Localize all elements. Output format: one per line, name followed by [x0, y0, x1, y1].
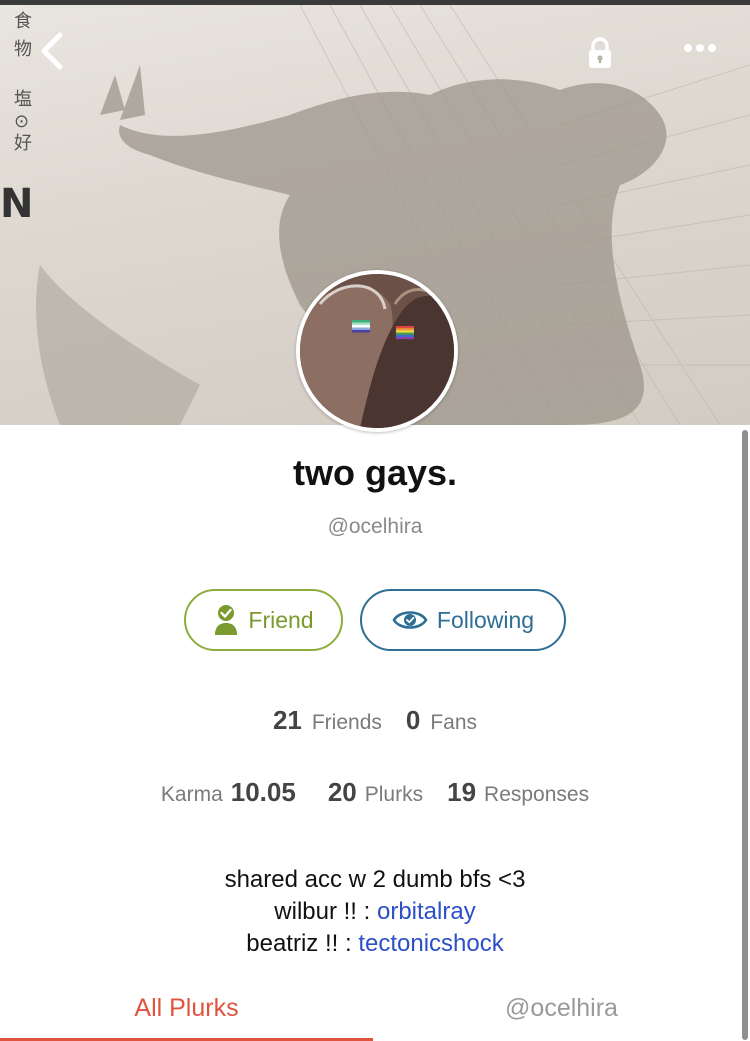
social-stats: 21 Friends 0 Fans	[0, 705, 750, 736]
cover-glyph-3: 塩	[14, 89, 32, 110]
bio-link-tectonicshock[interactable]: tectonicshock	[358, 930, 503, 957]
karma-label: Karma	[160, 783, 223, 806]
cover-glyph-1: 食	[14, 11, 32, 32]
karma-stat: Karma 10.05	[161, 777, 296, 808]
activity-stats: Karma 10.05 20 Plurks 19 Responses	[0, 777, 750, 808]
avatar-illustration	[300, 274, 454, 428]
cover-glyph-4: ⊙	[14, 111, 29, 132]
avatar-flag-left	[352, 320, 370, 333]
fans-count: 0	[405, 705, 421, 735]
cover-glyph-5: 好	[14, 133, 32, 154]
more-icon	[684, 44, 716, 52]
friend-button[interactable]: Friend	[184, 589, 343, 651]
lock-icon	[589, 37, 611, 68]
bio-link-orbitalray[interactable]: orbitalray	[377, 898, 476, 925]
profile-avatar[interactable]	[296, 270, 458, 432]
bio-line-1: shared acc w 2 dumb bfs <3	[224, 866, 526, 893]
friends-count: 21	[272, 705, 302, 735]
plurks-stat: 20 Plurks	[328, 777, 423, 808]
cover-glyph-6: N	[0, 181, 33, 227]
display-name: two gays.	[292, 452, 458, 493]
bio-line-2-text: wilbur !! :	[274, 898, 377, 925]
privacy-lock-button[interactable]	[580, 33, 620, 73]
plurks-count: 20	[327, 777, 357, 807]
username: @ocelhira	[327, 515, 423, 538]
more-options-button[interactable]	[678, 35, 726, 71]
bio-line-3: beatriz !! : tectonicshock	[0, 928, 750, 960]
following-button[interactable]: Following	[360, 589, 566, 651]
back-button[interactable]	[32, 27, 72, 75]
tab-user-plurks[interactable]: @ocelhira	[373, 994, 750, 1023]
karma-value: 10.05	[230, 777, 296, 807]
responses-label: Responses	[484, 783, 590, 806]
friends-stat[interactable]: 21 Friends	[273, 705, 382, 736]
cover-glyph-2: 物	[14, 39, 32, 60]
bio-line-2: wilbur !! : orbitalray	[0, 896, 750, 928]
chevron-left-icon	[41, 32, 63, 70]
profile-bio: shared acc w 2 dumb bfs <3 wilbur !! : o…	[0, 864, 750, 960]
plurks-label: Plurks	[364, 783, 424, 806]
responses-stat: 19 Responses	[447, 777, 589, 808]
following-button-label: Following	[436, 606, 535, 633]
friend-button-label: Friend	[248, 606, 314, 633]
friend-check-icon	[213, 604, 239, 636]
bio-line-3-text: beatriz !! :	[246, 930, 359, 957]
eye-icon	[392, 608, 428, 632]
fans-stat[interactable]: 0 Fans	[406, 705, 477, 736]
profile-tabs: All Plurks @ocelhira	[0, 990, 750, 1041]
responses-count: 19	[447, 777, 477, 807]
fans-label: Fans	[430, 711, 478, 734]
friends-label: Friends	[311, 711, 382, 734]
tab-all-plurks[interactable]: All Plurks	[0, 994, 373, 1023]
avatar-flag-right	[396, 326, 414, 340]
